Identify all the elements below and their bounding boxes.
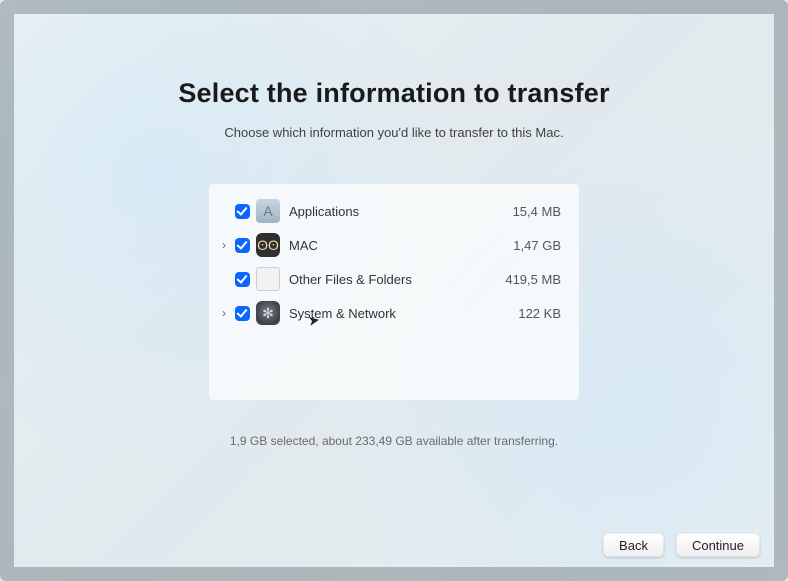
page-title: Select the information to transfer [178,78,609,109]
chevron-right-icon[interactable]: › [217,306,231,320]
item-label: Applications [283,204,513,219]
item-size: 15,4 MB [513,204,561,219]
transfer-panel: A Applications 15,4 MB › ʘʘ MAC 1,47 GB … [209,184,579,400]
folder-icon: A [256,199,280,223]
chevron-right-icon[interactable]: › [217,238,231,252]
item-size: 122 KB [518,306,561,321]
checkbox-mac[interactable] [235,238,250,253]
status-text: 1,9 GB selected, about 233,49 GB availab… [230,434,558,448]
item-label: Other Files & Folders [283,272,505,287]
list-item[interactable]: A Applications 15,4 MB [217,194,561,228]
item-size: 419,5 MB [505,272,561,287]
list-item[interactable]: › ✻ System & Network 122 KB [217,296,561,330]
owl-icon: ʘʘ [256,233,280,257]
file-icon [256,267,280,291]
continue-button[interactable]: Continue [676,533,760,557]
checkbox-applications[interactable] [235,204,250,219]
gear-icon: ✻ [256,301,280,325]
list-item[interactable]: › ʘʘ MAC 1,47 GB [217,228,561,262]
checkbox-other-files[interactable] [235,272,250,287]
item-size: 1,47 GB [513,238,561,253]
page-subtitle: Choose which information you'd like to t… [224,125,563,140]
item-label: MAC [283,238,513,253]
item-label: System & Network [283,306,518,321]
back-button[interactable]: Back [603,533,664,557]
list-item[interactable]: Other Files & Folders 419,5 MB [217,262,561,296]
checkbox-system-network[interactable] [235,306,250,321]
button-bar: Back Continue [603,533,760,557]
